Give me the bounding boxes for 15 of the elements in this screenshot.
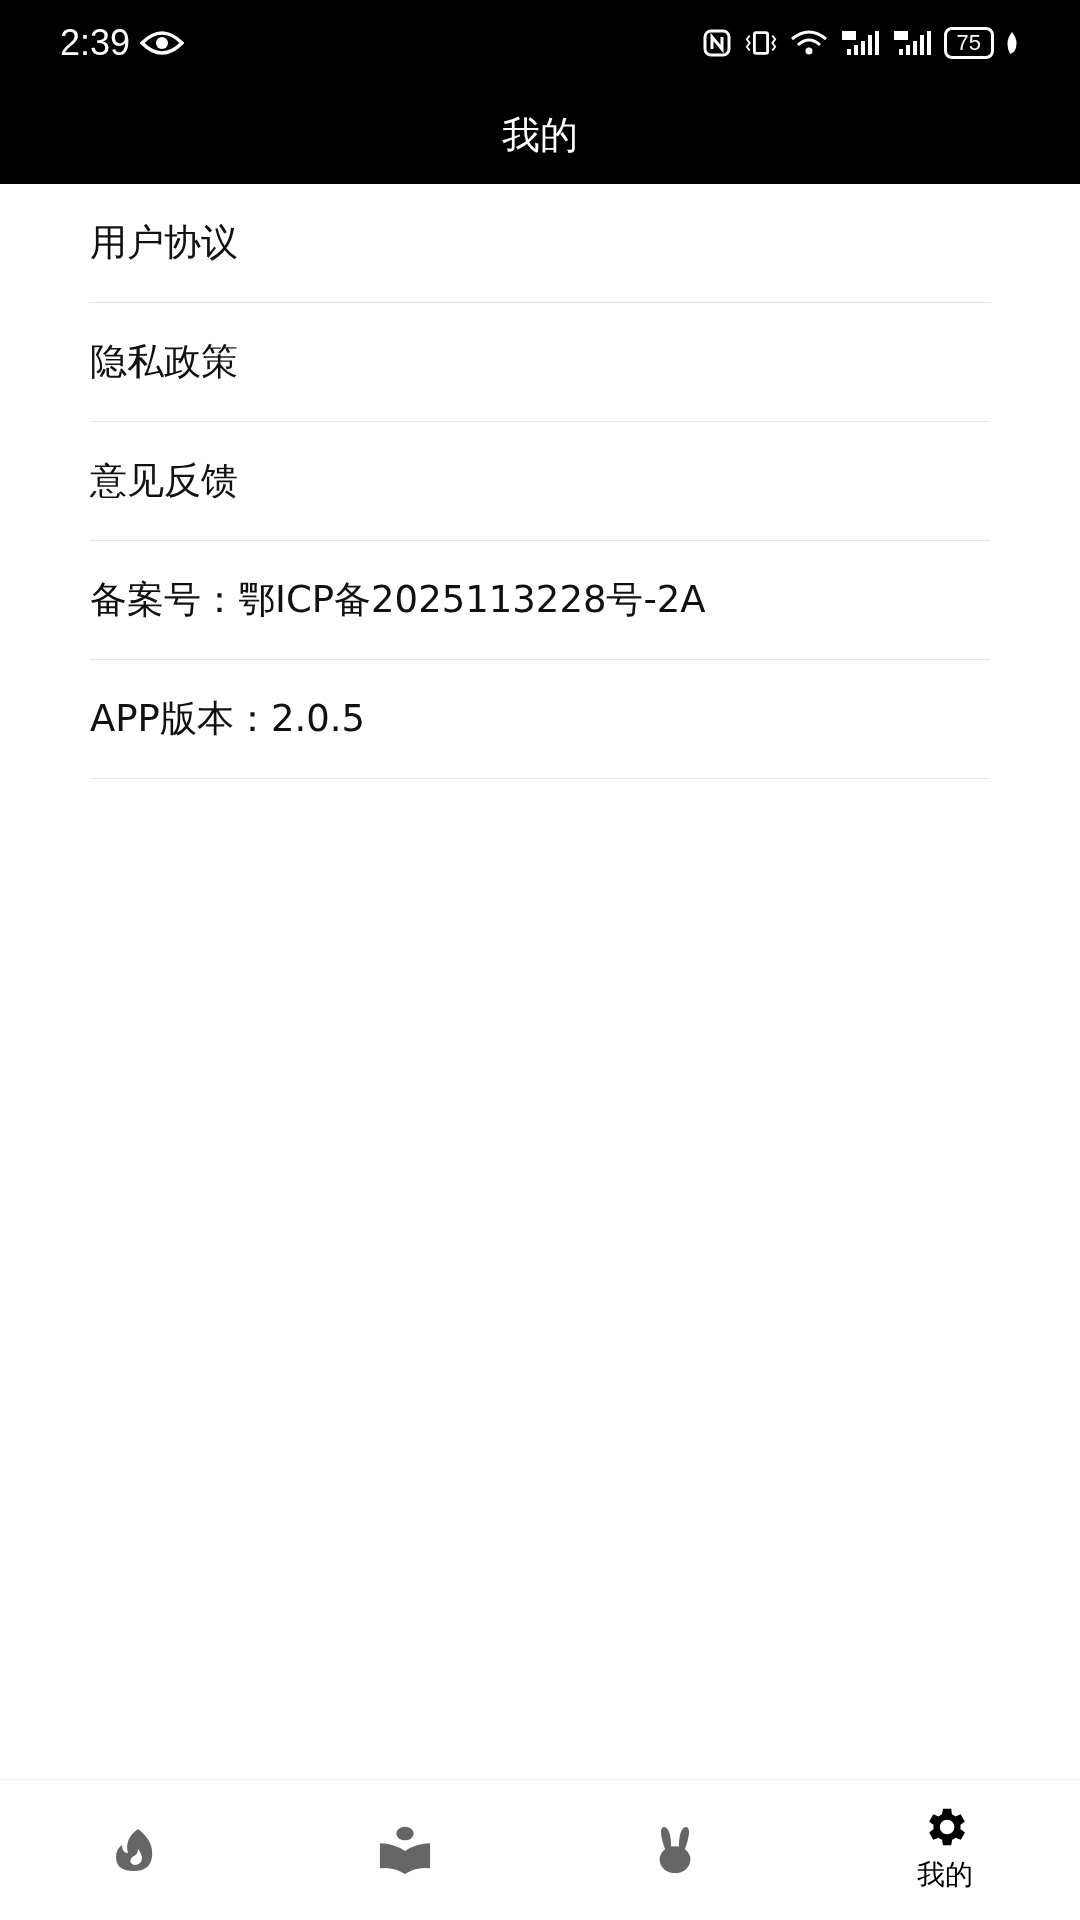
- page-title: 我的: [502, 111, 578, 159]
- status-time: 2:39: [60, 22, 131, 64]
- leaf-icon: [1004, 30, 1020, 56]
- menu-item[interactable]: 用户协议: [90, 184, 990, 303]
- menu-item[interactable]: APP版本：2.0.5: [90, 660, 990, 779]
- battery-level: 75: [943, 27, 994, 59]
- tab-button[interactable]: 我的: [810, 1780, 1080, 1920]
- vibrate-icon: [743, 29, 778, 57]
- reading-person-icon: [378, 1825, 432, 1875]
- menu-item[interactable]: 备案号：鄂ICP备2025113228号-2A: [90, 541, 990, 660]
- menu-item[interactable]: 隐私政策: [90, 303, 990, 422]
- eye-icon: [140, 29, 185, 57]
- signal-icon: [839, 29, 882, 57]
- menu-item[interactable]: 意见反馈: [90, 422, 990, 541]
- signal-icon: [891, 29, 934, 57]
